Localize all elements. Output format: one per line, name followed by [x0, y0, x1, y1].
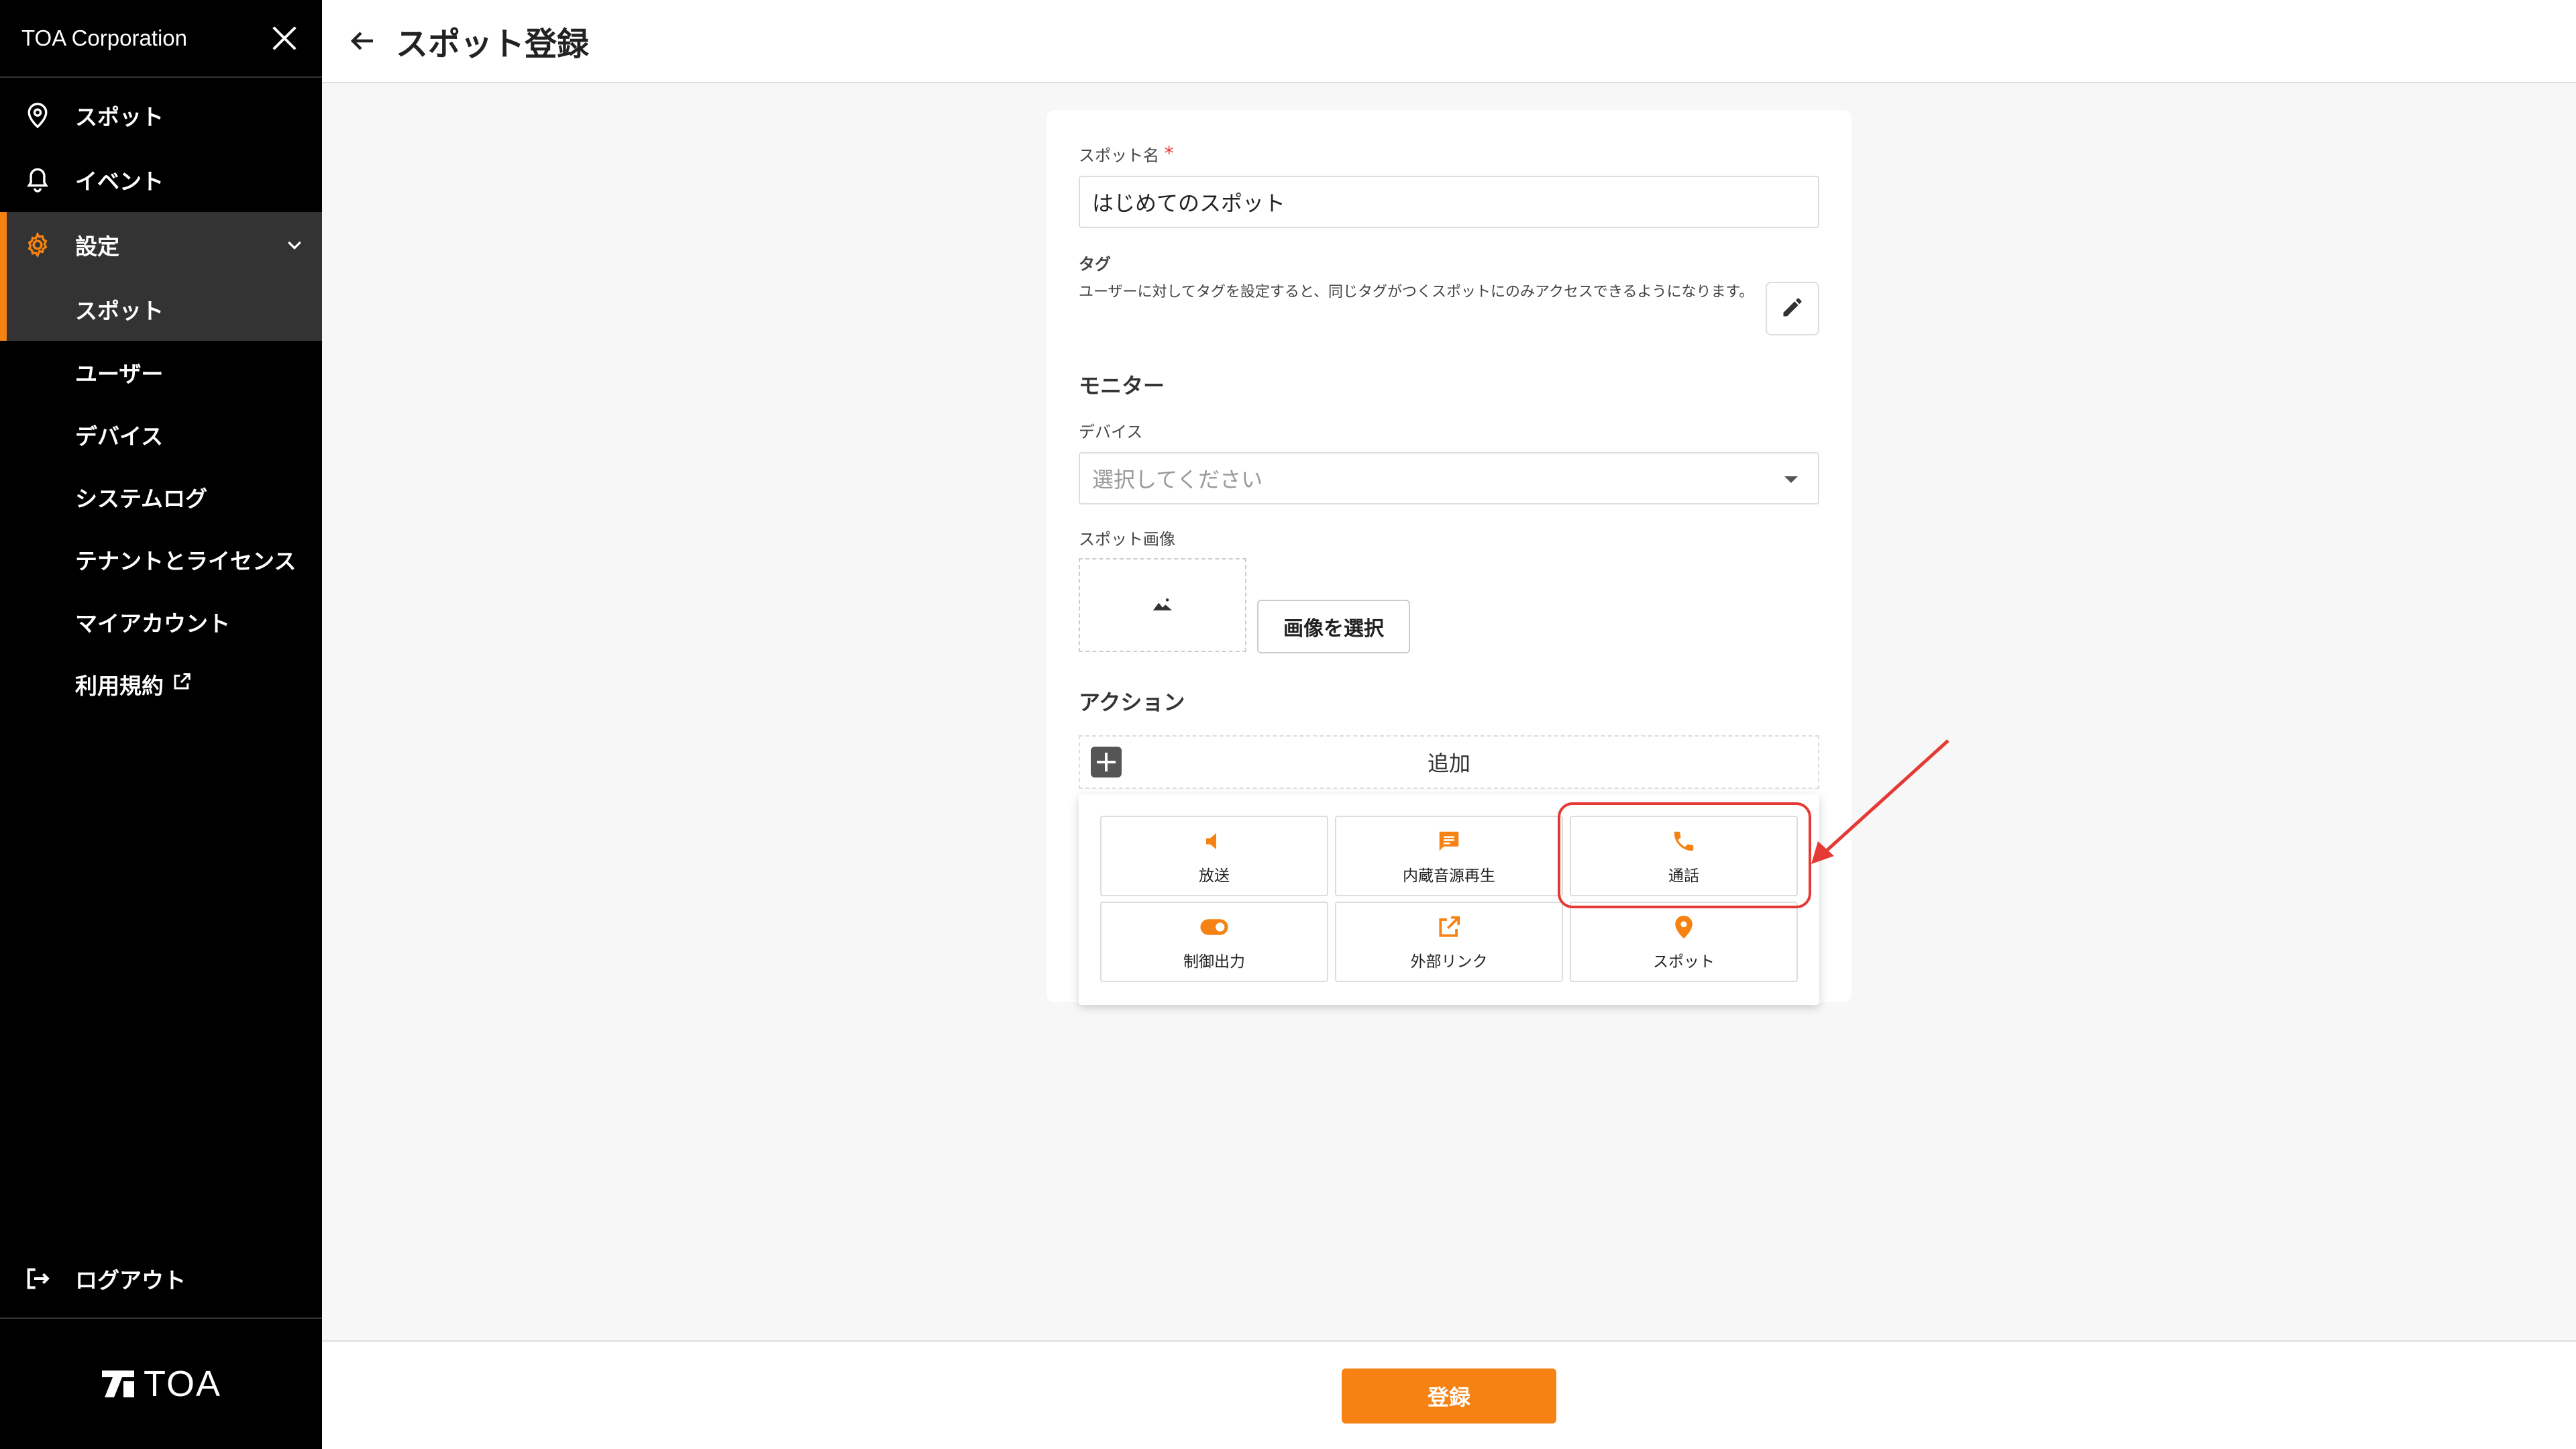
- sidebar-subitem-system-log[interactable]: システムログ: [0, 466, 322, 528]
- spot-name-value: はじめてのスポット: [1092, 191, 1286, 216]
- action-option-control-output[interactable]: 制御出力: [1100, 902, 1328, 982]
- logout-button[interactable]: ログアウト: [0, 1240, 322, 1318]
- sidebar-subitem-label: マイアカウント: [75, 610, 230, 637]
- action-option-broadcast[interactable]: 放送: [1100, 816, 1328, 896]
- sidebar-item-label: イベント: [75, 168, 164, 195]
- call-option-highlight: [1558, 802, 1811, 908]
- gear-icon: [24, 231, 51, 258]
- location-pin-icon: [1669, 912, 1699, 942]
- tag-description: ユーザーに対してタグを設定すると、同じタグがつくスポットにのみアクセスできるよう…: [1079, 284, 1754, 301]
- sidebar-subitem-label: スポット: [75, 298, 164, 324]
- spot-name-label-text: スポット名: [1079, 146, 1159, 165]
- location-pin-icon: [24, 102, 51, 129]
- spot-image-preview: [1079, 558, 1246, 652]
- sidebar-item-label: 設定: [75, 233, 119, 260]
- sidebar-item-settings[interactable]: 設定: [0, 212, 322, 278]
- speaker-icon: [1199, 826, 1229, 856]
- image-icon: [1151, 596, 1174, 614]
- register-button[interactable]: 登録: [1342, 1368, 1556, 1424]
- close-icon[interactable]: [271, 25, 298, 52]
- spot-name-label: スポット名 *: [1079, 142, 1174, 166]
- sidebar-subitem-label: デバイス: [75, 423, 164, 449]
- annotation-arrow-icon: [1811, 739, 1949, 864]
- sidebar-subitem-label: システムログ: [75, 485, 208, 512]
- logout-label: ログアウト: [75, 1267, 186, 1293]
- action-option-label: 制御出力: [1183, 953, 1245, 971]
- action-option-label: 内蔵音源再生: [1403, 867, 1495, 885]
- pencil-icon: [1780, 295, 1805, 322]
- sidebar-subitem-label: テナントとライセンス: [75, 547, 297, 574]
- device-placeholder: 選択してください: [1092, 467, 1263, 492]
- sidebar-subitem-label: ユーザー: [75, 360, 164, 387]
- bell-icon: [24, 166, 51, 193]
- action-option-spot[interactable]: スポット: [1570, 902, 1798, 982]
- add-action-label: 追加: [1427, 751, 1470, 776]
- action-option-label: 外部リンク: [1410, 953, 1488, 971]
- sidebar-item-spot[interactable]: スポット: [0, 83, 322, 148]
- sidebar-subitem-users[interactable]: ユーザー: [0, 341, 322, 403]
- sidebar-subitem-tenant-license[interactable]: テナントとライセンス: [0, 528, 322, 590]
- device-select[interactable]: 選択してください: [1079, 452, 1819, 504]
- action-option-builtin-audio[interactable]: 内蔵音源再生: [1335, 816, 1563, 896]
- external-link-icon: [172, 671, 192, 697]
- select-image-button[interactable]: 画像を選択: [1257, 600, 1410, 653]
- action-section-title: アクション: [1079, 690, 1185, 715]
- toa-logo: TOA: [101, 1363, 221, 1405]
- toa-logo-text: TOA: [143, 1364, 222, 1404]
- action-option-external-link[interactable]: 外部リンク: [1335, 902, 1563, 982]
- dropdown-caret-icon: [1784, 476, 1798, 483]
- plus-icon: [1091, 747, 1122, 777]
- sidebar-subitem-devices[interactable]: デバイス: [0, 403, 322, 466]
- org-name: TOA Corporation: [21, 25, 188, 50]
- toggle-icon: [1199, 912, 1229, 942]
- chevron-down-icon: [284, 235, 305, 261]
- monitor-section-title: モニター: [1079, 373, 1165, 398]
- add-action-button[interactable]: 追加: [1079, 735, 1819, 789]
- action-option-label: 放送: [1199, 867, 1230, 885]
- sidebar: TOA Corporation スポット イベント 設定 スポット ユーザー デ…: [0, 0, 322, 1449]
- logout-icon: [24, 1265, 51, 1292]
- spot-image-label: スポット画像: [1079, 530, 1175, 549]
- sidebar-item-label: スポット: [75, 104, 164, 130]
- back-arrow-icon[interactable]: [346, 25, 378, 57]
- toa-logo-mark: [101, 1371, 134, 1397]
- sidebar-item-event[interactable]: イベント: [0, 148, 322, 212]
- sidebar-footer: TOA: [0, 1318, 322, 1449]
- sidebar-subitem-my-account[interactable]: マイアカウント: [0, 590, 322, 653]
- required-mark: *: [1164, 142, 1174, 164]
- external-link-icon: [1434, 912, 1464, 942]
- sidebar-subitem-label: 利用規約: [75, 672, 164, 699]
- spot-name-input[interactable]: はじめてのスポット: [1079, 176, 1819, 228]
- action-option-label: スポット: [1653, 953, 1715, 971]
- device-label: デバイス: [1079, 423, 1143, 441]
- sidebar-header: TOA Corporation: [0, 0, 322, 78]
- edit-tag-button[interactable]: [1766, 282, 1819, 335]
- top-bar: スポット登録: [322, 0, 2576, 83]
- sidebar-subitem-spot[interactable]: スポット: [0, 278, 322, 341]
- sidebar-subitem-terms[interactable]: 利用規約: [0, 653, 322, 715]
- page-title: スポット登録: [396, 25, 590, 63]
- message-icon: [1434, 826, 1464, 856]
- tag-label: タグ: [1079, 255, 1111, 274]
- footer-bar: 登録: [322, 1340, 2576, 1449]
